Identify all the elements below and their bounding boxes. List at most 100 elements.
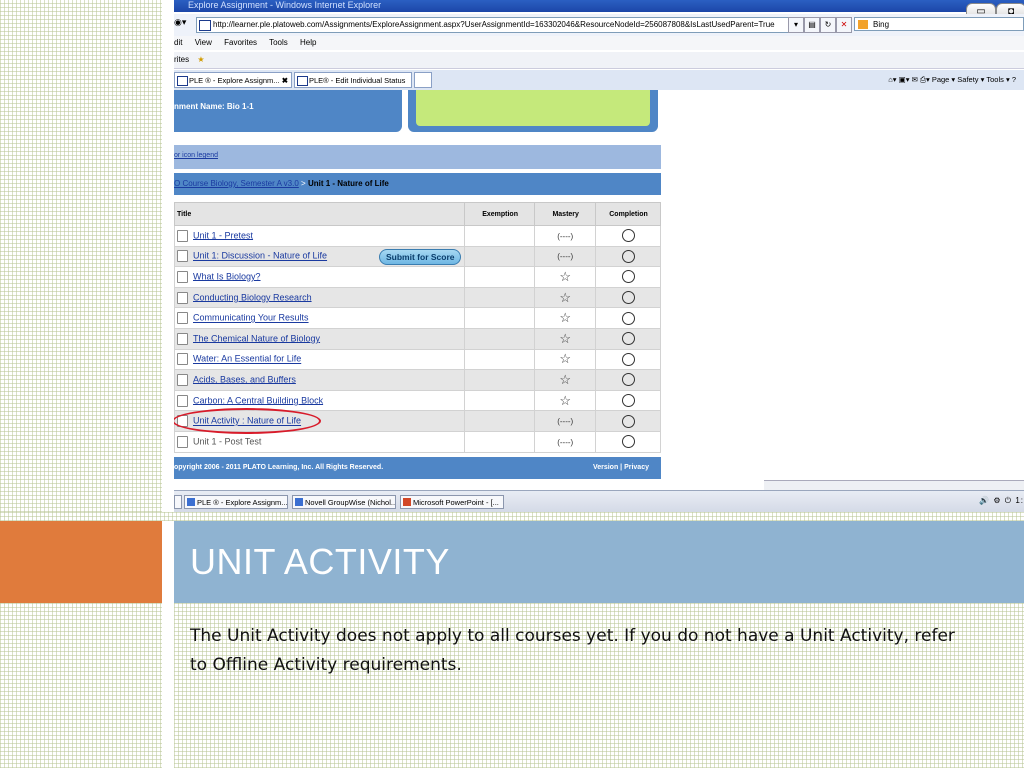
- menu-tools[interactable]: Tools: [269, 38, 288, 47]
- status-panel-inner: [416, 90, 650, 126]
- refresh-icon[interactable]: ↻: [820, 17, 836, 33]
- cell-exemption: [463, 286, 536, 309]
- groupwise-icon: [295, 498, 303, 506]
- favorites-label[interactable]: rites: [174, 55, 189, 64]
- compat-icon[interactable]: ▤: [804, 17, 820, 33]
- activity-link[interactable]: Acids, Bases, and Buffers: [193, 374, 296, 384]
- activity-link[interactable]: Unit 1 - Pretest: [193, 230, 253, 240]
- activity-link[interactable]: Water: An Essential for Life: [193, 354, 301, 364]
- taskbar-item-powerpoint[interactable]: Microsoft PowerPoint - [...: [400, 495, 504, 509]
- decorative-pattern: [0, 512, 1024, 521]
- window-title: Explore Assignment - Windows Internet Ex…: [188, 0, 382, 10]
- cell-mastery: ☆: [534, 389, 596, 412]
- activity-link[interactable]: Unit 1: Discussion - Nature of Life: [193, 251, 327, 261]
- completion-circle-icon: [621, 352, 635, 366]
- print-icon[interactable]: ⎙▾: [920, 75, 930, 84]
- home-icon[interactable]: ⌂▾: [888, 75, 896, 84]
- col-completion: Completion: [595, 202, 661, 226]
- completion-circle-icon: [621, 229, 635, 243]
- cell-exemption: [463, 369, 536, 391]
- cell-exemption: [463, 266, 536, 288]
- cell-completion: [595, 348, 661, 371]
- site-icon: [177, 76, 188, 86]
- cell-mastery: ☆: [534, 286, 596, 309]
- accent-block: [0, 521, 162, 603]
- cell-title: The Chemical Nature of Biology: [174, 327, 465, 350]
- taskbar-item-label: PLE ® - Explore Assignm...: [197, 498, 288, 507]
- add-favorite-icon[interactable]: ★: [197, 55, 204, 64]
- breadcrumb-course-link[interactable]: O Course Biology, Semester A v3.0: [174, 179, 299, 188]
- cell-mastery: (----): [534, 410, 596, 432]
- cell-title: Unit 1 - Post Test: [174, 430, 465, 453]
- taskbar: PLE ® - Explore Assignm... Novell GroupW…: [174, 490, 1024, 512]
- icon-legend-link[interactable]: or icon legend: [174, 152, 218, 159]
- close-tab-icon[interactable]: ✖: [282, 73, 288, 89]
- activity-link[interactable]: What Is Biology?: [193, 271, 261, 281]
- menu-favorites[interactable]: Favorites: [224, 38, 257, 47]
- completion-circle-icon: [621, 435, 635, 449]
- tab-edit-individual-status[interactable]: PLE® - Edit Individual Status: [294, 72, 412, 88]
- activity-link[interactable]: Carbon: A Central Building Block: [193, 395, 323, 405]
- tab-explore-assignment[interactable]: PLE ® - Explore Assignm... ✖: [174, 72, 292, 88]
- back-icon[interactable]: ◉▾: [174, 17, 186, 28]
- menu-help[interactable]: Help: [300, 38, 316, 47]
- table-row: Unit 1 - Pretest (----): [174, 225, 661, 247]
- cell-completion: [595, 266, 661, 288]
- feeds-icon[interactable]: ▣▾: [899, 75, 910, 84]
- activity-link[interactable]: Unit Activity : Nature of Life: [193, 416, 301, 426]
- activity-icon: [177, 373, 188, 386]
- assignment-table: Title Exemption Mastery Completion Unit …: [174, 202, 661, 453]
- breadcrumb-separator: >: [298, 179, 308, 188]
- slide-body-text: The Unit Activity does not apply to all …: [190, 626, 955, 675]
- decorative-pattern: [0, 603, 162, 768]
- browser-screenshot: Explore Assignment - Windows Internet Ex…: [174, 0, 1024, 512]
- taskbar-item-browser[interactable]: PLE ® - Explore Assignm...: [184, 495, 288, 509]
- footer-links[interactable]: Version | Privacy: [593, 457, 649, 479]
- search-input[interactable]: Bing: [854, 17, 1024, 31]
- completion-circle-icon: [621, 332, 635, 346]
- activity-link[interactable]: Communicating Your Results: [193, 313, 309, 323]
- new-tab-button[interactable]: [414, 72, 432, 88]
- table-row: Conducting Biology Research ☆: [174, 286, 661, 309]
- cell-mastery: ☆: [534, 348, 596, 371]
- star-icon: ☆: [559, 392, 572, 408]
- table-row: Carbon: A Central Building Block ☆: [174, 389, 661, 412]
- tab-label: PLE ® - Explore Assignm...: [189, 76, 280, 85]
- cell-exemption: [463, 327, 536, 350]
- activity-link[interactable]: The Chemical Nature of Biology: [193, 333, 320, 343]
- cell-title: What Is Biology?: [174, 266, 465, 288]
- activity-link[interactable]: Conducting Biology Research: [193, 292, 312, 302]
- star-icon: ☆: [559, 289, 572, 305]
- stop-icon[interactable]: ✕: [836, 17, 852, 33]
- cell-completion: [595, 430, 661, 453]
- command-bar: ⌂▾ ▣▾ ✉ ⎙▾ Page ▾ Safety ▾ Tools ▾ ?: [888, 72, 1016, 88]
- cell-title: Unit 1 - Pretest: [174, 225, 465, 247]
- site-icon: [297, 76, 308, 86]
- taskbar-item-groupwise[interactable]: Novell GroupWise (Nichol...: [292, 495, 396, 509]
- command-tools[interactable]: Tools ▾: [986, 75, 1009, 84]
- cell-title: Acids, Bases, and Buffers: [174, 369, 465, 391]
- activity-icon: [177, 353, 188, 366]
- command-page[interactable]: Page ▾: [932, 75, 955, 84]
- cell-exemption: [463, 245, 536, 268]
- completion-circle-icon: [621, 414, 635, 428]
- dropdown-icon[interactable]: ▾: [788, 17, 804, 33]
- window-titlebar: Explore Assignment - Windows Internet Ex…: [174, 0, 1024, 12]
- help-icon[interactable]: ?: [1012, 75, 1016, 84]
- cell-mastery: ☆: [534, 327, 596, 350]
- submit-for-score-button[interactable]: Submit for Score: [379, 248, 462, 265]
- menu-view[interactable]: View: [195, 38, 212, 47]
- menu-edit[interactable]: dit: [174, 38, 182, 47]
- cell-completion: [595, 225, 661, 247]
- completion-circle-icon: [621, 249, 635, 263]
- start-button[interactable]: [174, 495, 182, 509]
- address-input[interactable]: http://learner.ple.platoweb.com/Assignme…: [196, 17, 804, 33]
- mail-icon[interactable]: ✉: [912, 75, 918, 84]
- address-text: http://learner.ple.platoweb.com/Assignme…: [213, 20, 775, 29]
- command-safety[interactable]: Safety ▾: [957, 75, 984, 84]
- mastery-dash: (----): [557, 417, 574, 427]
- cell-exemption: [463, 389, 536, 412]
- cell-completion: [595, 327, 661, 350]
- cell-title: Unit Activity : Nature of Life: [174, 410, 465, 432]
- cell-completion: [595, 389, 661, 412]
